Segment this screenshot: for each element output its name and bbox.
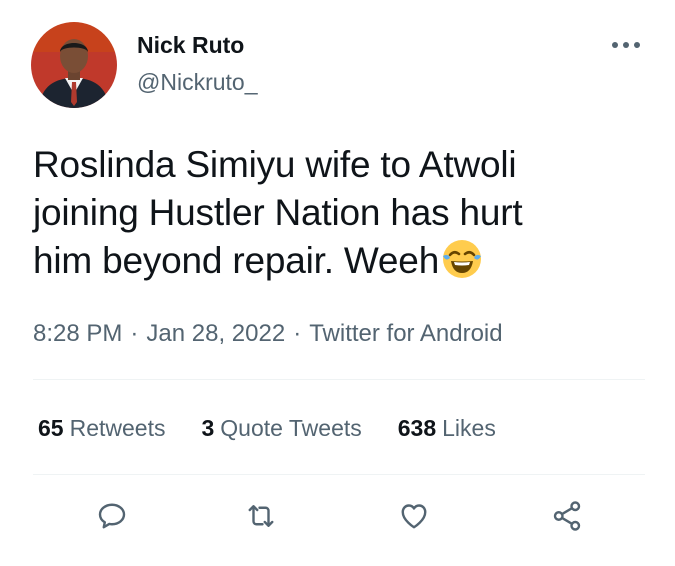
reply-icon — [98, 503, 126, 529]
more-dots-icon — [612, 42, 640, 48]
retweet-icon — [248, 505, 274, 527]
meta-separator: · — [293, 320, 302, 347]
tweet-stats: 65 Retweets 3 Quote Tweets 638 Likes — [38, 412, 496, 444]
share-icon — [553, 501, 581, 531]
tweet-meta: 8:28 PM · Jan 28, 2022 · Twitter for Android — [33, 318, 503, 350]
tweet-text: Roslinda Simiyu wife to Atwoli joining H… — [33, 141, 643, 292]
likes-count: 638 — [397, 415, 437, 441]
face-with-tears-of-joy-icon — [441, 238, 483, 292]
retweets-stat[interactable]: 65 Retweets — [38, 412, 165, 444]
likes-label: Likes — [442, 415, 496, 441]
quote-tweets-label: Quote Tweets — [220, 415, 362, 441]
meta-separator: · — [130, 320, 139, 347]
reply-button[interactable] — [90, 494, 134, 538]
retweet-button[interactable] — [239, 494, 283, 538]
tweet-time[interactable]: 8:28 PM — [33, 320, 122, 347]
tweet-date[interactable]: Jan 28, 2022 — [146, 320, 285, 347]
quote-tweets-count: 3 — [201, 415, 215, 441]
tweet-source[interactable]: Twitter for Android — [309, 320, 502, 347]
like-icon — [401, 504, 427, 529]
quote-tweets-stat[interactable]: 3 Quote Tweets — [201, 412, 361, 444]
like-button[interactable] — [392, 494, 436, 538]
display-name[interactable]: Nick Ruto — [137, 31, 244, 59]
retweets-count: 65 — [38, 415, 64, 441]
user-handle[interactable]: @Nickruto_ — [137, 68, 258, 96]
more-options-button[interactable] — [606, 32, 646, 58]
divider — [33, 474, 645, 475]
avatar[interactable] — [31, 22, 117, 108]
retweets-label: Retweets — [69, 415, 166, 441]
divider — [33, 379, 645, 380]
share-button[interactable] — [545, 494, 589, 538]
profile-photo — [31, 22, 117, 108]
likes-stat[interactable]: 638 Likes — [398, 412, 496, 444]
